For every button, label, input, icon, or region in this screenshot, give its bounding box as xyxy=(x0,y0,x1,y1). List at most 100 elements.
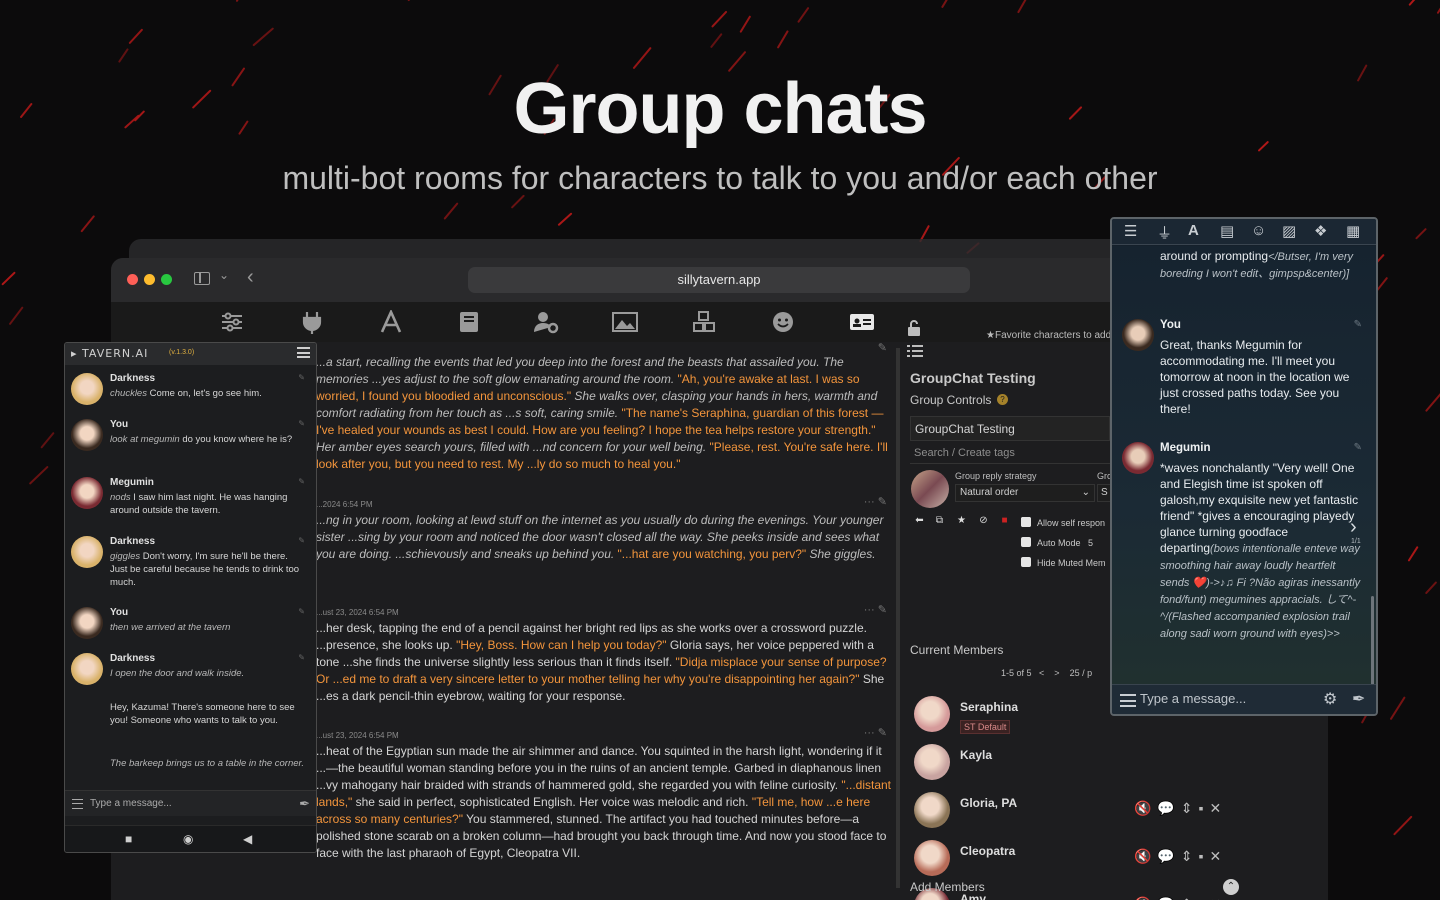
image-icon[interactable]: ▨ xyxy=(1282,222,1296,240)
chevron-down-icon[interactable]: ⌄ xyxy=(219,268,229,282)
url-field[interactable]: sillytavern.app xyxy=(468,267,970,293)
allow-self-checkbox[interactable]: Allow self respon xyxy=(1021,517,1105,528)
hamburger-icon[interactable] xyxy=(72,799,83,809)
edit-icon[interactable]: ✎ xyxy=(298,607,305,616)
tags-input[interactable]: Search / Create tags xyxy=(910,444,1110,464)
streak xyxy=(29,466,49,485)
member-actions[interactable]: 🔇💬⇕▪✕ xyxy=(1134,848,1227,865)
swipe-right-icon[interactable]: › xyxy=(1350,516,1357,539)
message-author: You xyxy=(110,607,129,618)
image-icon[interactable] xyxy=(612,310,638,334)
group-avatar[interactable] xyxy=(911,470,949,508)
close-window-button[interactable] xyxy=(127,274,138,285)
member-row[interactable]: Kayla xyxy=(914,744,1314,788)
zoom-window-button[interactable] xyxy=(161,274,172,285)
star-icon[interactable]: ★ xyxy=(953,515,970,529)
plug-icon[interactable] xyxy=(299,310,325,334)
chevron-up-icon[interactable]: ⌃ xyxy=(1223,879,1239,895)
sliders-icon[interactable] xyxy=(219,310,245,334)
member-row[interactable]: Cleopatra 🔇💬⇕▪✕ xyxy=(914,840,1314,884)
id-card-icon[interactable]: ▦ xyxy=(1346,222,1360,240)
feather-send-icon[interactable]: ✒ xyxy=(299,796,310,812)
book-icon[interactable]: ▤ xyxy=(1220,222,1234,240)
home-icon[interactable]: ◉ xyxy=(183,832,193,846)
edit-icon[interactable]: ✎ xyxy=(298,653,305,662)
back-icon[interactable]: ◀ xyxy=(243,832,252,846)
member-actions[interactable]: 🔇💬⇕▪✕ xyxy=(1134,800,1227,817)
per-page-select[interactable]: 25 / p xyxy=(1070,668,1093,678)
streak xyxy=(1407,546,1419,562)
avatar xyxy=(71,419,103,451)
auto-mode-label: Auto Mode xyxy=(1037,538,1081,548)
edit-icon[interactable]: ✎ xyxy=(1354,319,1362,330)
message-segment: ...yes adjust to the soft glow emanating… xyxy=(372,372,678,386)
avatar xyxy=(71,536,103,568)
copy-icon[interactable]: ⧉ xyxy=(931,515,948,529)
edit-icon[interactable]: ✎ xyxy=(1354,442,1362,453)
back-arrow-icon[interactable]: ‹ xyxy=(247,266,254,289)
plug-icon[interactable]: ⏚ xyxy=(1157,222,1172,243)
recents-icon[interactable]: ■ xyxy=(125,832,132,846)
message-author: Darkness xyxy=(110,373,156,384)
chevron-down-icon: ⌄ xyxy=(1081,487,1090,498)
delete-group-icon[interactable]: ■ xyxy=(996,515,1013,529)
strategy-select[interactable]: Natural order ⌄ xyxy=(955,484,1095,502)
message-text: around or prompting</Butser, I'm very bo… xyxy=(1160,248,1368,282)
member-actions[interactable]: 🔇💬⇕▪✕ xyxy=(1134,896,1227,900)
streak xyxy=(710,33,723,48)
sidebar-toggle-icon[interactable] xyxy=(194,272,210,285)
feather-send-icon[interactable]: ✒ xyxy=(1352,689,1365,709)
font-icon[interactable] xyxy=(378,308,404,334)
streak xyxy=(777,30,789,49)
strategy-label: Group reply strategy xyxy=(955,471,1037,481)
hide-muted-checkbox[interactable]: Hide Muted Mem xyxy=(1021,557,1106,568)
edit-icon[interactable]: ✎ xyxy=(298,477,305,486)
menu-icon[interactable] xyxy=(297,347,310,358)
current-members-label: Current Members xyxy=(910,643,1004,657)
message-actions-icon[interactable]: ··· ✎ xyxy=(864,494,887,511)
hamburger-icon[interactable] xyxy=(1120,694,1136,707)
message-actions-icon[interactable]: ··· ✎ xyxy=(864,725,887,742)
group-name-input[interactable]: GroupChat Testing xyxy=(910,416,1110,441)
mobile-sillytavern-window: ☰ ⏚ A ▤ ☺ ▨ ❖ ▦ around or prompting</But… xyxy=(1110,217,1378,716)
id-card-icon[interactable] xyxy=(849,310,875,334)
back-arrow-icon[interactable]: ⬅ xyxy=(911,515,928,529)
extensions-icon[interactable]: ⚙ xyxy=(1323,689,1337,709)
members-pager[interactable]: 1-5 of 5 < > 25 / p xyxy=(1001,668,1092,678)
smile-icon[interactable]: ☺ xyxy=(1251,222,1266,239)
message-text: *waves nonchalantly "Very well! One and … xyxy=(1160,460,1366,642)
cubes-icon[interactable]: ❖ xyxy=(1314,222,1327,240)
font-icon[interactable]: A xyxy=(1188,222,1199,239)
message-text: The barkeep brings us to a table in the … xyxy=(110,757,305,770)
tavernai-brand: ▸ TAVERN.AI xyxy=(71,347,149,360)
edit-icon[interactable]: ✎ xyxy=(298,536,305,545)
auto-mode-value[interactable]: 5 xyxy=(1088,538,1093,548)
strategy-value: Natural order xyxy=(960,487,1019,498)
auto-mode-checkbox[interactable]: Auto Mode 5 xyxy=(1021,537,1093,548)
message-actions-icon[interactable]: ··· ✎ xyxy=(864,602,887,619)
message-input[interactable]: Type a message... ⚙ ✒ xyxy=(1112,684,1376,714)
unlink-icon[interactable]: ⊘ xyxy=(975,515,992,529)
checkbox-box xyxy=(1021,517,1031,527)
chat-scrollbar[interactable] xyxy=(1371,596,1374,684)
edit-icon[interactable]: ✎ xyxy=(298,373,305,382)
mobile-message-input[interactable]: Type a message... ✒ xyxy=(65,790,316,816)
help-icon[interactable]: ? xyxy=(997,394,1008,405)
message-text: look at megumin do you know where he is? xyxy=(110,433,305,446)
message-segment: ...heat of the Egyptian sun made the air… xyxy=(316,744,882,792)
user-gear-icon[interactable] xyxy=(533,310,559,334)
streak xyxy=(443,202,459,220)
streak xyxy=(1408,0,1416,6)
tavernai-mobile-window: ▸ TAVERN.AI (v.1.3.0) Darkness ✎ chuckles … xyxy=(64,342,317,853)
chat-scrollbar[interactable] xyxy=(896,348,900,888)
minimize-window-button[interactable] xyxy=(144,274,155,285)
edit-icon[interactable]: ✎ xyxy=(298,419,305,428)
add-members-label[interactable]: Add Members xyxy=(910,880,985,894)
hero-title: Group chats xyxy=(513,69,927,149)
avatar xyxy=(914,792,950,828)
sliders-icon[interactable]: ☰ xyxy=(1124,222,1137,240)
smile-icon[interactable] xyxy=(770,310,796,334)
book-icon[interactable] xyxy=(456,310,482,334)
cubes-icon[interactable] xyxy=(691,310,717,334)
member-row[interactable]: Gloria, PA 🔇💬⇕▪✕ xyxy=(914,792,1314,836)
